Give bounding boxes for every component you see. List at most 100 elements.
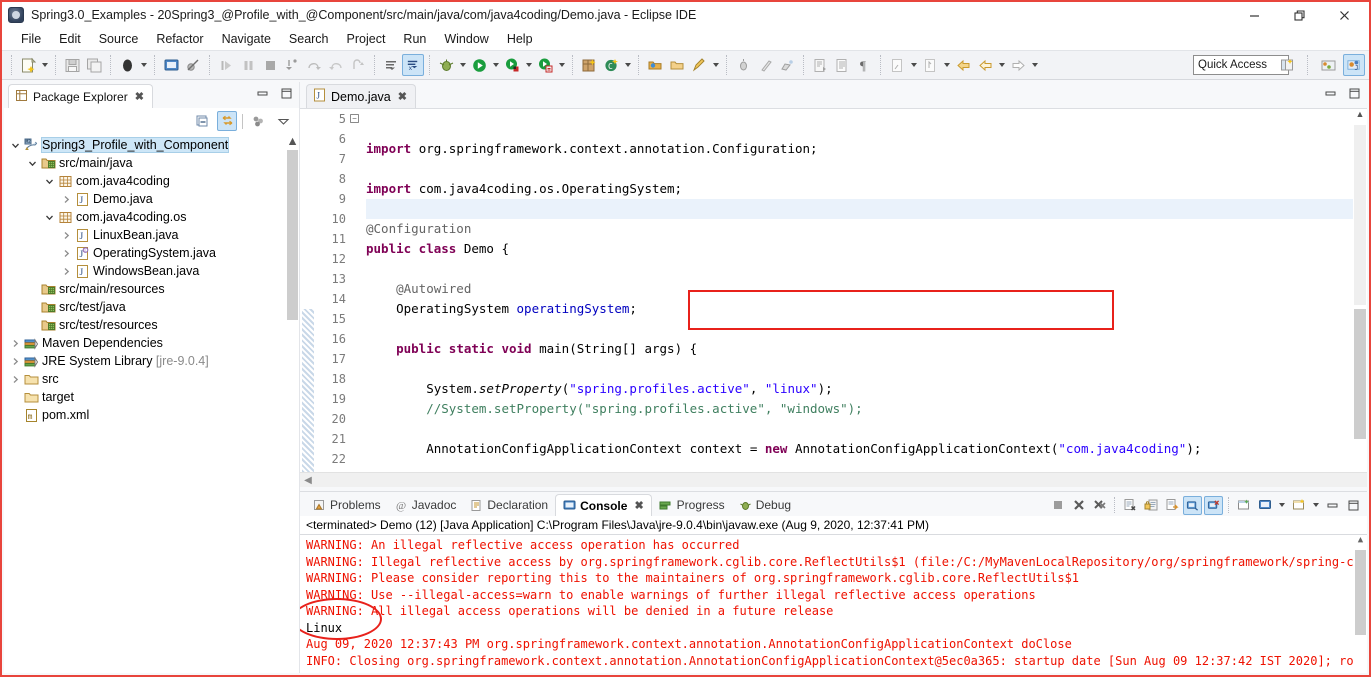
chevron-right-icon[interactable] — [59, 195, 73, 204]
scroll-up-icon[interactable]: ▲ — [1354, 535, 1367, 548]
folding-ruler[interactable]: −− — [350, 109, 362, 472]
new-java-project-icon[interactable] — [578, 54, 600, 76]
tree-item[interactable]: src/test/java — [4, 298, 299, 316]
minimize-icon[interactable] — [1323, 496, 1342, 515]
console-view-icon[interactable] — [160, 54, 182, 76]
menu-search[interactable]: Search — [280, 30, 338, 48]
console-vertical-scrollbar[interactable]: ▲ — [1354, 535, 1367, 673]
menu-window[interactable]: Window — [435, 30, 497, 48]
open-console-dropdown-icon[interactable] — [1276, 494, 1287, 516]
toggle-mark-occurrences-icon[interactable] — [688, 54, 710, 76]
tree-item[interactable]: src/main/java — [4, 154, 299, 172]
new-console-dropdown-icon[interactable] — [1310, 494, 1321, 516]
step-return-icon[interactable] — [325, 54, 347, 76]
editor-vertical-scrollbar[interactable]: ▲ — [1353, 109, 1367, 457]
clear-console-icon[interactable] — [1120, 496, 1139, 515]
minimize-button[interactable] — [1232, 2, 1277, 28]
tab-debug[interactable]: Debug — [732, 494, 798, 516]
minimize-icon[interactable] — [255, 86, 269, 100]
scroll-lock-icon[interactable] — [1141, 496, 1160, 515]
maximize-icon[interactable] — [1344, 496, 1363, 515]
last-edit-dropdown-icon[interactable] — [941, 54, 952, 76]
scroll-left-icon[interactable]: ◀ — [300, 475, 316, 486]
terminate-icon[interactable] — [259, 54, 281, 76]
chevron-right-icon[interactable] — [8, 357, 22, 366]
toggle-whitespace-icon[interactable] — [754, 54, 776, 76]
tree-item[interactable]: m pom.xml — [4, 406, 299, 424]
back-icon[interactable] — [952, 54, 974, 76]
chevron-down-icon[interactable] — [8, 141, 22, 150]
menu-navigate[interactable]: Navigate — [213, 30, 280, 48]
scroll-up-icon[interactable]: ▲ — [286, 134, 299, 148]
external-tools-icon[interactable] — [534, 54, 556, 76]
chevron-right-icon[interactable] — [59, 249, 73, 258]
show-console-on-output-icon[interactable] — [1162, 496, 1181, 515]
editor-body[interactable]: 5678910111213141516171819202122232425262… — [300, 108, 1367, 472]
new-wizard-icon[interactable] — [17, 54, 39, 76]
remove-all-terminated-icon[interactable] — [1090, 496, 1109, 515]
run-dropdown-icon[interactable] — [490, 54, 501, 76]
suspend-icon[interactable] — [237, 54, 259, 76]
tree-item[interactable]: com.java4coding.os — [4, 208, 299, 226]
terminate-icon[interactable] — [1048, 496, 1067, 515]
chevron-right-icon[interactable] — [59, 231, 73, 240]
tree-item[interactable]: src — [4, 370, 299, 388]
close-button[interactable] — [1322, 2, 1367, 28]
package-explorer-scrollbar[interactable]: ▲ — [286, 134, 299, 673]
close-icon[interactable]: ✖ — [634, 499, 643, 512]
forward-dropdown-icon[interactable] — [1029, 54, 1040, 76]
tree-item[interactable]: J I OperatingSystem.java — [4, 244, 299, 262]
save-all-icon[interactable] — [83, 54, 105, 76]
editor-horizontal-scrollbar[interactable]: ◀ — [300, 472, 1367, 487]
save-icon[interactable] — [61, 54, 83, 76]
project-tree[interactable]: M2 Spring3_Profile_with_Component src/main… — [4, 134, 299, 673]
open-task-icon[interactable] — [666, 54, 688, 76]
close-icon[interactable]: ✖ — [398, 90, 407, 103]
tree-item[interactable]: target — [4, 388, 299, 406]
tree-item[interactable]: src/main/resources — [4, 280, 299, 298]
scrollbar-thumb[interactable] — [287, 150, 298, 320]
next-edit-location-icon[interactable] — [886, 54, 908, 76]
quick-access-input[interactable]: Quick Access — [1193, 55, 1289, 75]
new-class-icon[interactable]: C — [600, 54, 622, 76]
forward-icon[interactable] — [1007, 54, 1029, 76]
tab-package-explorer[interactable]: Package Explorer ✖ — [8, 84, 153, 108]
chevron-down-icon[interactable] — [25, 159, 39, 168]
link-with-editor-icon[interactable] — [217, 111, 237, 131]
display-selected-console-icon[interactable] — [1204, 495, 1223, 515]
view-menu-icon[interactable] — [273, 111, 293, 131]
restore-button[interactable] — [1277, 2, 1322, 28]
use-step-filters-icon[interactable] — [380, 54, 402, 76]
menu-edit[interactable]: Edit — [50, 30, 90, 48]
toggle-block-selection-icon[interactable] — [776, 54, 798, 76]
pin-console-icon[interactable] — [1183, 495, 1202, 515]
drop-to-frame-icon[interactable] — [347, 54, 369, 76]
scrollbar-thumb[interactable] — [1355, 550, 1366, 635]
chevron-right-icon[interactable] — [8, 375, 22, 384]
menu-project[interactable]: Project — [338, 30, 395, 48]
annotation-ruler[interactable] — [300, 109, 316, 472]
java-perspective-icon[interactable] — [1317, 54, 1339, 76]
chevron-down-icon[interactable] — [42, 177, 56, 186]
forward-back-icon[interactable] — [974, 54, 996, 76]
collapse-all-icon[interactable] — [192, 111, 212, 131]
tree-item[interactable]: J WindowsBean.java — [4, 262, 299, 280]
debug-icon[interactable] — [435, 54, 457, 76]
code-area[interactable]: import org.springframework.context.annot… — [362, 109, 1367, 472]
step-into-icon[interactable] — [281, 54, 303, 76]
pilcrow-icon[interactable]: ¶ — [853, 54, 875, 76]
skip-breakpoints-icon[interactable] — [182, 54, 204, 76]
back-dropdown-icon[interactable] — [996, 54, 1007, 76]
new-wizard-dropdown-icon[interactable] — [39, 54, 50, 76]
tree-item[interactable]: M2 Spring3_Profile_with_Component — [4, 136, 299, 154]
open-perspective-icon[interactable] — [1276, 54, 1298, 76]
tab-javadoc[interactable]: @ Javadoc — [388, 494, 464, 516]
next-edit-dropdown-icon[interactable] — [908, 54, 919, 76]
menu-file[interactable]: File — [12, 30, 50, 48]
maximize-icon[interactable] — [279, 86, 293, 100]
tree-item[interactable]: src/test/resources — [4, 316, 299, 334]
menu-help[interactable]: Help — [498, 30, 542, 48]
resume-icon[interactable] — [215, 54, 237, 76]
tree-item[interactable]: J LinuxBean.java — [4, 226, 299, 244]
scrollbar-thumb[interactable] — [1354, 309, 1366, 439]
